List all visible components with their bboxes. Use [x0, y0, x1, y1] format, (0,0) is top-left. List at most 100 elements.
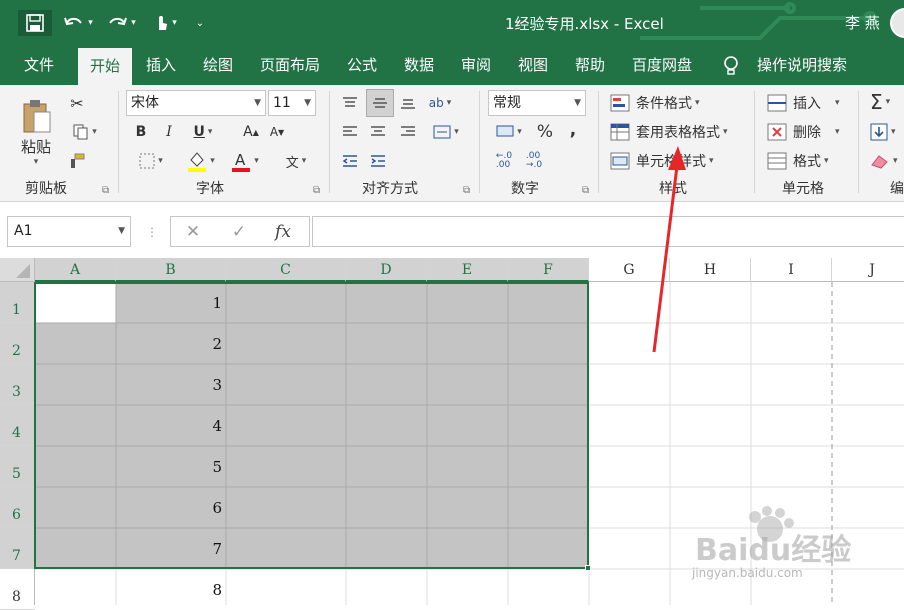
- tab-baidu-netdisk[interactable]: 百度网盘: [626, 47, 698, 85]
- format-cells-icon: [767, 152, 787, 170]
- delete-cells-icon: [767, 123, 787, 141]
- clipboard-group-label: 剪贴板: [25, 181, 67, 197]
- clear-eraser-icon[interactable]: ▾: [870, 149, 898, 173]
- save-icon[interactable]: [18, 10, 52, 36]
- cut-icon[interactable]: ✂: [65, 91, 89, 115]
- tab-data[interactable]: 数据: [392, 47, 446, 85]
- tab-home[interactable]: 开始: [78, 48, 132, 85]
- touch-mode-icon[interactable]: ▾: [145, 10, 185, 36]
- cell-b3[interactable]: 3: [152, 376, 222, 394]
- number-group-label: 数字: [511, 181, 539, 197]
- phonetic-icon: 文: [285, 155, 299, 171]
- shrink-font-button[interactable]: A ▼: [266, 121, 288, 143]
- name-box[interactable]: A1 ▼: [7, 216, 131, 247]
- ribbon: 粘贴 ▾ ✂ ▾ 剪贴板 ⧉ 宋体 ▼ 11 ▼ B I U ▾ A ▲ A ▼ ▾ ▾ …: [0, 85, 904, 202]
- fill-color-button[interactable]: ▾: [180, 147, 222, 175]
- align-left-icon[interactable]: [338, 120, 362, 144]
- customize-qat-icon[interactable]: ⌄: [192, 10, 208, 36]
- title-bar: ▾ ▾ ▾ ⌄ 1经验专用.xlsx - Excel 李 燕: [0, 0, 904, 47]
- borders-button[interactable]: ▾: [130, 149, 172, 173]
- enter-icon[interactable]: ✓: [224, 216, 254, 247]
- tell-me-search[interactable]: 操作说明搜索: [752, 47, 852, 85]
- watermark-url: jingyan.baidu.com: [692, 566, 803, 580]
- wrap-text-icon[interactable]: ▾: [426, 120, 466, 144]
- cell-b4[interactable]: 4: [152, 417, 222, 435]
- cell-b5[interactable]: 5: [152, 458, 222, 476]
- editing-group-label: 编: [890, 181, 904, 197]
- tab-view[interactable]: 视图: [506, 47, 560, 85]
- cell-b2[interactable]: 2: [152, 335, 222, 353]
- undo-icon[interactable]: ▾: [60, 10, 96, 36]
- grow-font-button[interactable]: A ▲: [240, 121, 262, 143]
- lightbulb-icon: [718, 47, 744, 85]
- accounting-format-icon[interactable]: ▾: [490, 121, 528, 143]
- increase-indent-icon[interactable]: [366, 149, 390, 173]
- format-as-table-icon: [610, 123, 630, 141]
- font-group-label: 字体: [196, 181, 224, 197]
- insert-cells-icon: [767, 94, 787, 112]
- tab-draw[interactable]: 绘图: [191, 47, 245, 85]
- cancel-icon[interactable]: ✕: [178, 216, 208, 247]
- number-format-select[interactable]: 常规 ▼: [488, 90, 586, 116]
- tab-formulas[interactable]: 公式: [335, 47, 389, 85]
- increase-decimal-icon[interactable]: ←.0.00: [490, 149, 518, 173]
- italic-button[interactable]: I: [158, 121, 180, 143]
- delete-cells-button[interactable]: 删除 ▾: [767, 120, 840, 144]
- formula-bar-splitter-icon[interactable]: ⋮: [143, 216, 161, 247]
- alignment-launcher-icon[interactable]: ⧉: [463, 185, 470, 196]
- clipboard-icon: [23, 99, 51, 132]
- format-painter-icon[interactable]: [65, 149, 89, 173]
- cell-styles-icon: [610, 152, 630, 170]
- percent-button[interactable]: %: [534, 120, 556, 144]
- svg-text:A: A: [235, 151, 246, 169]
- number-launcher-icon[interactable]: ⧉: [582, 185, 589, 196]
- fill-handle[interactable]: [585, 565, 591, 571]
- insert-function-icon[interactable]: fx: [268, 216, 298, 247]
- cell-b1[interactable]: 1: [152, 294, 222, 312]
- formula-input[interactable]: [312, 216, 904, 247]
- decrease-indent-icon[interactable]: [338, 149, 362, 173]
- underline-button[interactable]: U ▾: [185, 121, 221, 143]
- annotation-arrow: [652, 146, 686, 353]
- font-name-select[interactable]: 宋体 ▼: [126, 90, 266, 116]
- font-launcher-icon[interactable]: ⧉: [313, 185, 320, 196]
- ribbon-tabs: 文件 开始 插入 绘图 页面布局 公式 数据 审阅 视图 帮助 百度网盘 操作说…: [0, 47, 904, 85]
- conditional-format-icon: [610, 94, 630, 112]
- conditional-formatting-button[interactable]: 条件格式 ▾: [610, 91, 700, 115]
- watermark-brand: Baidu经验: [695, 533, 852, 568]
- align-center-icon[interactable]: [366, 120, 390, 144]
- cell-b8[interactable]: 8: [152, 581, 222, 599]
- cell-b6[interactable]: 6: [152, 499, 222, 517]
- clipboard-launcher-icon[interactable]: ⧉: [102, 185, 109, 196]
- tab-help[interactable]: 帮助: [563, 47, 617, 85]
- tab-file[interactable]: 文件: [12, 47, 66, 85]
- font-size-select[interactable]: 11 ▼: [268, 90, 316, 116]
- fill-color-icon: [188, 152, 207, 172]
- align-right-icon[interactable]: [396, 120, 420, 144]
- phonetic-button[interactable]: 文 ▾: [276, 147, 316, 175]
- user-name[interactable]: 李 燕: [845, 12, 880, 33]
- cell-b7[interactable]: 7: [152, 540, 222, 558]
- decrease-decimal-icon[interactable]: .00 →.0: [520, 149, 548, 173]
- insert-cells-button[interactable]: 插入 ▾: [767, 91, 840, 115]
- tab-page-layout[interactable]: 页面布局: [252, 47, 328, 85]
- tab-review[interactable]: 审阅: [449, 47, 503, 85]
- paste-button[interactable]: 粘贴 ▾: [14, 91, 58, 173]
- redo-icon[interactable]: ▾: [103, 10, 139, 36]
- comma-style-button[interactable]: ,: [564, 118, 582, 142]
- copy-icon[interactable]: ▾: [65, 120, 105, 144]
- align-top-icon[interactable]: [338, 91, 362, 115]
- align-bottom-icon[interactable]: [396, 91, 420, 115]
- bold-button[interactable]: B: [130, 121, 152, 143]
- orientation-icon[interactable]: ab ▾: [426, 89, 454, 117]
- alignment-group-label: 对齐方式: [362, 181, 418, 197]
- border-icon: [139, 153, 155, 169]
- tab-insert[interactable]: 插入: [134, 47, 188, 85]
- cells-group-label: 单元格: [782, 181, 824, 197]
- fill-down-icon[interactable]: ▾: [870, 120, 896, 144]
- align-middle-icon[interactable]: [366, 89, 394, 117]
- font-color-icon: A: [232, 151, 251, 172]
- font-color-button[interactable]: A ▾: [224, 147, 266, 175]
- autosum-button[interactable]: Σ ▾: [870, 89, 890, 115]
- format-cells-button[interactable]: 格式 ▾: [767, 149, 829, 173]
